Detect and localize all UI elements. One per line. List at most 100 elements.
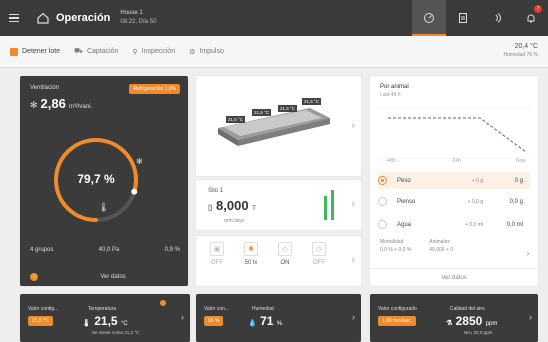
equipment-status-list: ▣ OFF ✺ 50 lx ◇ ON ◷ OFF — [202, 242, 334, 266]
chevron-right-icon[interactable]: › — [529, 312, 532, 322]
silo-icon: ▯ — [208, 203, 213, 212]
co2-icon: ⚗ — [446, 320, 453, 327]
chevron-right-icon[interactable]: › — [524, 248, 532, 258]
temperature-card[interactable]: Valor config... 21,5 °C Temperatura 🌡 21… — [20, 294, 190, 342]
feed-label: Pienso — [397, 198, 416, 205]
reports-tab[interactable] — [446, 0, 480, 36]
humidity-card[interactable]: Valor con... 65 % Humedad 💧 71 % › — [196, 294, 361, 342]
weight-chart-axis: -48h -24h Now — [386, 158, 526, 164]
humidity-setpoint-label: Valor con... — [204, 306, 229, 312]
impulse-button[interactable]: ⚙ Impulso — [189, 48, 224, 56]
refrigeration-badge: Refrigeración 1,0% — [129, 84, 180, 94]
alarms-tab[interactable]: 7 — [514, 0, 548, 36]
feed-delta: + 0,0 g — [467, 198, 483, 205]
water-status: ◇ ON — [270, 242, 300, 266]
action-bar: Detener lote ⛟ Captación ⚲ Inspección ⚙ … — [0, 36, 548, 68]
chevron-right-icon[interactable]: › — [349, 254, 357, 264]
silo-unit: T — [252, 206, 256, 212]
notification-badge: 7 — [534, 5, 542, 13]
per-animal-subtitle: Last 48 h — [380, 92, 401, 98]
sound-icon — [495, 13, 501, 23]
silo-remaining-days: rem.days — [224, 218, 245, 224]
silo-level-bars — [324, 190, 334, 220]
radio-water[interactable] — [378, 220, 387, 229]
stat-groups: 4 grupos — [30, 247, 54, 253]
ventilation-number: 2,86 — [40, 96, 66, 111]
operation-tab[interactable] — [412, 0, 446, 36]
weight-value: 0 g — [514, 177, 523, 184]
stop-icon — [10, 47, 18, 56]
temperature-value: 🌡 21,5 °C — [82, 314, 128, 328]
inspection-button[interactable]: ⚲ Inspección — [132, 48, 175, 56]
capture-label: Captación — [86, 48, 119, 55]
house-selector[interactable]: House 1 08:22, Día 50 — [120, 9, 156, 27]
stop-batch-button[interactable]: Detener lote — [10, 47, 60, 56]
heater-icon: ▣ — [210, 242, 224, 256]
axis-label-end: Now — [515, 158, 526, 164]
timer-state: OFF — [313, 260, 325, 266]
light-state: 50 lx — [244, 260, 258, 266]
impulse-label: Impulso — [199, 48, 224, 55]
bell-icon — [527, 14, 535, 23]
document-icon — [459, 13, 467, 23]
silo-temp-label-2: 21,5 °C — [252, 109, 272, 116]
mortality-label: Mortalidad — [380, 239, 404, 245]
house-icon — [37, 12, 49, 24]
info-icon[interactable]: i — [30, 273, 38, 281]
sound-tab[interactable] — [480, 0, 514, 36]
chevron-right-icon[interactable]: › — [352, 312, 355, 322]
ammonia-level: NH₃ 32,0 ppm — [464, 330, 493, 335]
humidity-icon: 💧 — [248, 320, 257, 327]
ventilation-view-data-link[interactable]: Ver datos — [100, 274, 125, 280]
air-setpoint-pill: 1,06 mm/sec. — [378, 316, 417, 326]
option-weight[interactable]: Peso + 0 g 0 g — [378, 172, 530, 189]
water-state: ON — [280, 260, 290, 266]
menu-icon[interactable] — [0, 0, 28, 36]
temperature-sensor-icon: 🌡 — [98, 202, 110, 212]
capture-button[interactable]: ⛟ Captación — [74, 47, 118, 56]
humidity-label: Humedad — [252, 306, 274, 312]
water-drop-icon: ◇ — [278, 242, 292, 256]
animals-block: Animales 45.000 + 0 — [429, 238, 453, 254]
silo-value: ▯ 8,000 T — [208, 198, 256, 213]
light-icon: ✺ — [244, 242, 258, 256]
air-setpoint-label: Valor configurado — [378, 306, 417, 312]
weight-delta: + 0 g — [471, 177, 483, 184]
animals-values: 45.000 + 0 — [429, 247, 454, 253]
per-animal-view-data-link[interactable]: Ver datos — [370, 268, 538, 286]
ventilation-title: Ventilación — [30, 85, 60, 91]
air-quality-card[interactable]: Valor configurado 1,06 mm/sec. Calidad d… — [370, 294, 538, 342]
light-status: ✺ 50 lx — [236, 242, 266, 266]
thermometer-icon: 🌡 — [82, 320, 91, 327]
inspection-label: Inspección — [141, 48, 176, 55]
feed-value: 0,0 g — [509, 198, 523, 205]
weather-widget: 20,4 °C Humedad 76 % — [504, 42, 538, 60]
air-quality-value: ⚗ 2850 ppm — [446, 314, 497, 328]
radio-weight[interactable] — [378, 176, 387, 185]
radio-feed[interactable] — [378, 197, 387, 206]
air-quality-unit: ppm — [485, 321, 498, 327]
ventilation-footer[interactable]: i Ver datos — [20, 268, 188, 286]
option-feed[interactable]: Pienso + 0,0 g 0,0 g — [378, 197, 530, 206]
mortality-animals-row: Mortalidad 0,0 % + 0,0 % Animales 45.000… — [380, 238, 530, 254]
timer-status: ◷ OFF — [304, 242, 334, 266]
water-value: 0,0 ml — [506, 221, 523, 228]
temperature-alert-dot — [160, 300, 166, 306]
air-quality-label: Calidad del aire — [450, 306, 485, 312]
silo-overview-card[interactable]: 21,5 °C 21,5 °C 21,5 °C 21,5 °C › — [196, 76, 361, 176]
chevron-right-icon[interactable]: › — [181, 312, 184, 322]
temperature-setpoint-pill: 21,5 °C — [28, 316, 53, 326]
chevron-right-icon[interactable]: › — [349, 198, 357, 208]
pin-icon: ⚲ — [132, 48, 138, 56]
gauge-icon — [424, 13, 434, 23]
per-animal-card[interactable]: Por animal Last 48 h Peso + 0 g 0 g Pien… — [370, 76, 538, 286]
equipment-status-card[interactable]: ▣ OFF ✺ 50 lx ◇ ON ◷ OFF › — [196, 236, 361, 286]
mortality-values: 0,0 % + 0,0 % — [380, 247, 412, 253]
silo-card[interactable]: Silo 1 ▯ 8,000 T rem.days › — [196, 180, 361, 230]
silo-temp-label-4: 21,5 °C — [302, 98, 322, 105]
per-animal-title: Por animal — [380, 84, 409, 90]
option-water[interactable]: Agua + 0,0 ml 0,0 ml — [378, 220, 530, 229]
animals-label: Animales — [429, 239, 450, 245]
temperature-number: 21,5 — [94, 314, 118, 328]
chevron-right-icon[interactable]: › — [349, 120, 357, 130]
